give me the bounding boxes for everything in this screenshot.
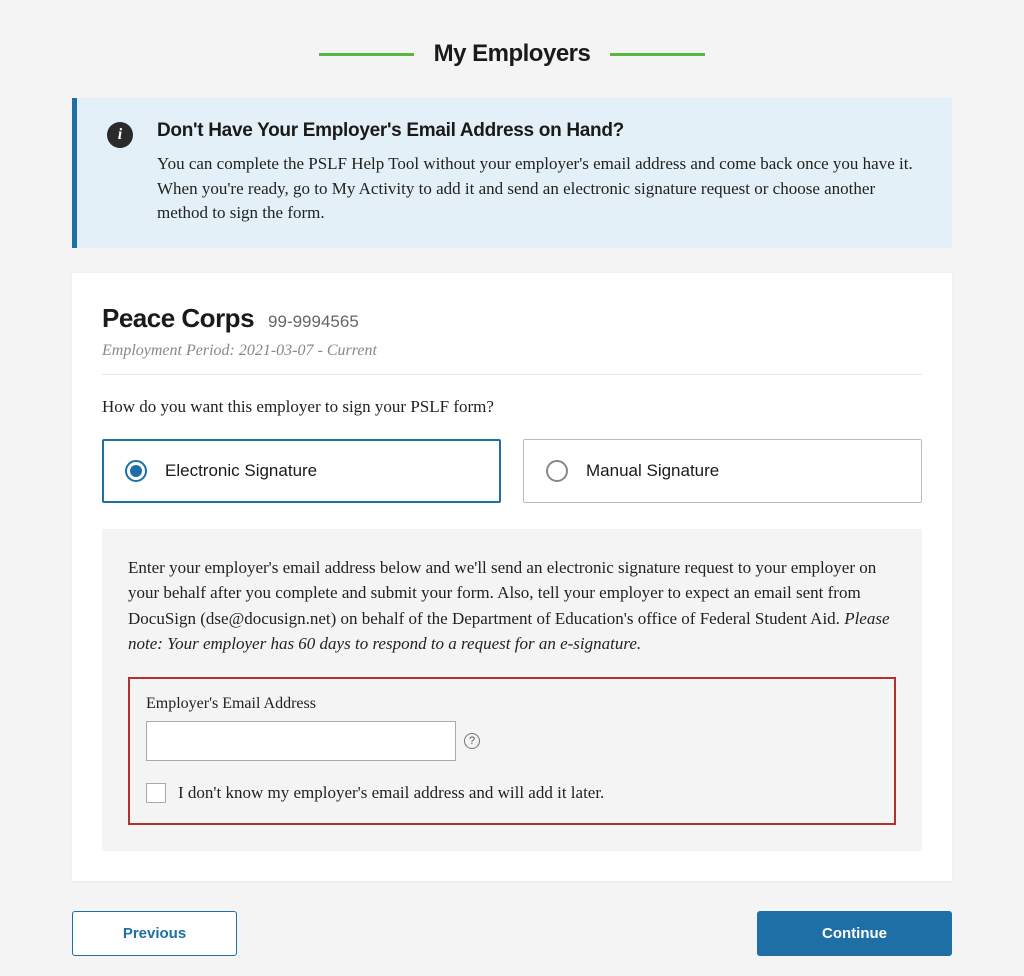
radio-circle-icon: [125, 460, 147, 482]
navigation-buttons: Previous Continue: [72, 911, 952, 956]
employer-header: Peace Corps 99-9994565 Employment Period…: [102, 303, 922, 375]
page-title-row: My Employers: [72, 20, 952, 68]
radio-manual-signature[interactable]: Manual Signature: [523, 439, 922, 503]
signature-question: How do you want this employer to sign yo…: [102, 397, 922, 417]
info-banner: i Don't Have Your Employer's Email Addre…: [72, 98, 952, 248]
email-input-row: ?: [146, 721, 878, 761]
radio-electronic-signature[interactable]: Electronic Signature: [102, 439, 501, 503]
radio-circle-icon: [546, 460, 568, 482]
info-banner-body: You can complete the PSLF Help Tool with…: [157, 152, 922, 226]
radio-manual-label: Manual Signature: [586, 461, 719, 481]
signature-options: Electronic Signature Manual Signature: [102, 439, 922, 503]
radio-electronic-label: Electronic Signature: [165, 461, 317, 481]
info-icon: i: [107, 122, 133, 148]
employer-name: Peace Corps: [102, 303, 254, 334]
unknown-email-row: I don't know my employer's email address…: [146, 783, 878, 803]
employer-card: Peace Corps 99-9994565 Employment Period…: [72, 273, 952, 881]
previous-button[interactable]: Previous: [72, 911, 237, 956]
title-line-right: [610, 53, 705, 56]
email-highlight-box: Employer's Email Address ? I don't know …: [128, 677, 896, 825]
help-icon[interactable]: ?: [464, 733, 480, 749]
continue-button[interactable]: Continue: [757, 911, 952, 956]
employment-period: Employment Period: 2021-03-07 - Current: [102, 342, 922, 360]
detail-instructions: Enter your employer's email address belo…: [128, 555, 896, 657]
email-field-label: Employer's Email Address: [146, 695, 878, 713]
title-line-left: [319, 53, 414, 56]
unknown-email-label: I don't know my employer's email address…: [178, 783, 604, 803]
employer-name-row: Peace Corps 99-9994565: [102, 303, 922, 334]
info-banner-content: Don't Have Your Employer's Email Address…: [157, 120, 922, 226]
page-title: My Employers: [434, 40, 591, 68]
radio-dot-icon: [130, 465, 142, 477]
electronic-signature-panel: Enter your employer's email address belo…: [102, 529, 922, 851]
employer-ein: 99-9994565: [268, 312, 359, 332]
detail-body-plain: Enter your employer's email address belo…: [128, 558, 876, 628]
employer-email-input[interactable]: [146, 721, 456, 761]
unknown-email-checkbox[interactable]: [146, 783, 166, 803]
info-banner-title: Don't Have Your Employer's Email Address…: [157, 120, 922, 142]
